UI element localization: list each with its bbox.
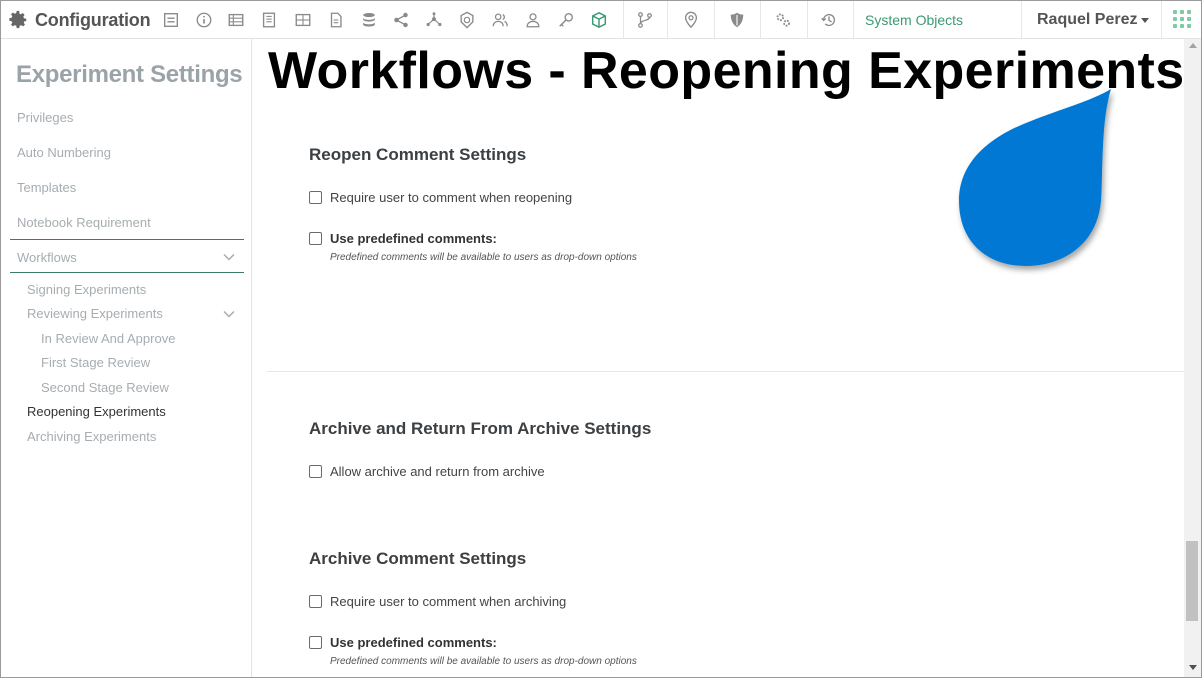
gear-icon: [9, 10, 27, 29]
pointer-drop-icon: [959, 89, 1111, 266]
require-comment-reopen-option[interactable]: Require user to comment when reopening: [309, 190, 572, 205]
use-predefined-comments-reopen-checkbox[interactable]: [309, 232, 322, 245]
grid-icon[interactable]: [293, 10, 313, 30]
use-predefined-comments-reopen-option[interactable]: Use predefined comments:: [309, 231, 497, 246]
help-text: Predefined comments will be available to…: [330, 252, 637, 263]
require-comment-archive-option[interactable]: Require user to comment when archiving: [309, 594, 566, 609]
require-comment-reopen-checkbox[interactable]: [309, 191, 322, 204]
checkbox-label: Require user to comment when reopening: [330, 190, 573, 205]
user-icon[interactable]: [523, 10, 543, 30]
sidebar-item-in-review-and-approve[interactable]: In Review And Approve: [41, 331, 175, 346]
sidebar-item-archiving-experiments[interactable]: Archiving Experiments: [27, 429, 156, 444]
section-title-archive-return: Archive and Return From Archive Settings: [309, 419, 652, 438]
database-icon[interactable]: [359, 10, 379, 30]
notebook-icon[interactable]: [259, 10, 279, 30]
sidebar-item-templates[interactable]: Templates: [17, 180, 76, 195]
network-icon[interactable]: [424, 10, 444, 30]
scroll-down-arrow-icon[interactable]: [1189, 665, 1197, 670]
allow-archive-option[interactable]: Allow archive and return from archive: [309, 464, 545, 479]
settings-icon[interactable]: [773, 10, 793, 30]
brand[interactable]: Configuration: [7, 8, 151, 32]
scroll-up-arrow-icon[interactable]: [1189, 43, 1197, 48]
cube-icon[interactable]: [589, 10, 609, 30]
sidebar-item-signing-experiments[interactable]: Signing Experiments: [27, 282, 146, 297]
section-divider: [267, 371, 1184, 372]
app-window: Configuration System Objects Raquel Pere…: [0, 0, 1202, 678]
sidebar-title: Experiment Settings: [16, 61, 243, 88]
badge-icon[interactable]: [457, 10, 477, 30]
toolbar-divider: [714, 1, 715, 39]
toolbar-divider: [667, 1, 668, 39]
chevron-down-icon: [1141, 17, 1150, 23]
info-icon[interactable]: [194, 10, 214, 30]
form-icon[interactable]: [161, 10, 181, 30]
system-objects-link[interactable]: System Objects: [865, 12, 963, 28]
user-menu[interactable]: Raquel Perez: [1037, 11, 1150, 29]
sidebar-item-reviewing-experiments[interactable]: Reviewing Experiments: [27, 306, 163, 321]
toolbar-divider: [1021, 1, 1022, 39]
toolbar-divider: [853, 1, 854, 39]
top-toolbar: Configuration System Objects Raquel Pere…: [1, 1, 1201, 39]
sidebar-item-auto-numbering[interactable]: Auto Numbering: [17, 145, 111, 160]
share-icon[interactable]: [391, 10, 411, 30]
sidebar-item-notebook-requirement[interactable]: Notebook Requirement: [17, 215, 151, 230]
sidebar-item-second-stage-review[interactable]: Second Stage Review: [41, 380, 169, 395]
use-predefined-comments-archive-option[interactable]: Use predefined comments:: [309, 635, 497, 650]
allow-archive-checkbox[interactable]: [309, 465, 322, 478]
toolbar-divider: [623, 1, 624, 39]
section-title-archive-comment: Archive Comment Settings: [309, 549, 527, 568]
checkbox-label: Use predefined comments:: [330, 635, 497, 650]
checkbox-label: Require user to comment when archiving: [330, 594, 567, 609]
key-icon[interactable]: [556, 10, 576, 30]
history-icon[interactable]: [819, 10, 839, 30]
shield-icon[interactable]: [727, 10, 747, 30]
branch-icon[interactable]: [635, 10, 655, 30]
sidebar-item-first-stage-review[interactable]: First Stage Review: [41, 355, 150, 370]
checkbox-label: Allow archive and return from archive: [330, 464, 545, 479]
apps-grid-icon[interactable]: [1173, 10, 1193, 30]
require-comment-archive-checkbox[interactable]: [309, 595, 322, 608]
document-icon[interactable]: [326, 10, 346, 30]
toolbar-divider: [760, 1, 761, 39]
users-icon[interactable]: [490, 10, 510, 30]
scrollbar-thumb[interactable]: [1186, 541, 1198, 621]
location-icon[interactable]: [681, 10, 701, 30]
help-text: Predefined comments will be available to…: [330, 656, 637, 667]
toolbar-divider: [807, 1, 808, 39]
toolbar-divider: [1161, 1, 1162, 39]
use-predefined-comments-archive-checkbox[interactable]: [309, 636, 322, 649]
sidebar-item-label: Workflows: [17, 250, 77, 265]
checkbox-label: Use predefined comments:: [330, 231, 497, 246]
sidebar-item-privileges[interactable]: Privileges: [17, 110, 73, 125]
user-name: Raquel Perez: [1037, 11, 1138, 28]
sidebar-item-reopening-experiments[interactable]: Reopening Experiments: [27, 404, 166, 419]
vertical-scrollbar[interactable]: [1184, 39, 1201, 677]
sidebar-item-workflows[interactable]: Workflows: [10, 239, 244, 273]
section-title-reopen-comment: Reopen Comment Settings: [309, 145, 527, 164]
chevron-down-icon[interactable]: [223, 308, 235, 320]
chevron-down-icon: [223, 253, 235, 261]
table-icon[interactable]: [226, 10, 246, 30]
sidebar: Experiment Settings Privileges Auto Numb…: [1, 39, 252, 677]
app-title: Configuration: [35, 9, 151, 30]
